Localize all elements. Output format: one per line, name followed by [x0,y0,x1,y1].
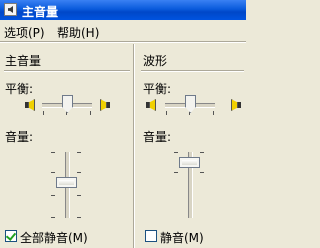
mute-all-label[interactable]: 全部静音(M) [20,229,88,246]
speaker-app-icon[interactable] [4,3,17,16]
balance-tick [90,111,91,115]
right-speaker-icon [229,99,241,111]
volume-tick [200,172,204,173]
menu-options[interactable]: 选项(P) [4,24,45,41]
master-volume-slider[interactable] [56,176,77,188]
menu-bar: 选项(P) 帮助(H) [0,20,246,41]
wave-balance-slider[interactable] [185,95,196,113]
title-bar[interactable]: 主音量 [0,0,246,20]
wave-title-divider [141,70,244,72]
mute-checkbox[interactable] [145,230,157,242]
wave-section-title: 波形 [143,54,168,68]
left-speaker-icon [25,99,37,111]
master-section-title: 主音量 [5,54,42,68]
volume-tick [77,172,81,173]
master-balance-slider[interactable] [62,95,73,113]
balance-tick [43,111,44,115]
volume-tick [174,172,178,173]
master-balance-label: 平衡: [5,82,34,96]
wave-volume-label: 音量: [143,130,172,144]
panel-divider [133,44,135,248]
right-speaker-icon [98,99,110,111]
menu-help[interactable]: 帮助(H) [57,24,99,41]
mute-all-checkbox[interactable] [5,230,17,242]
balance-tick [213,111,214,115]
menu-separator [0,41,246,43]
left-speaker-icon [146,99,158,111]
wave-balance-label: 平衡: [143,82,172,96]
wave-volume-slider[interactable] [179,156,200,168]
mute-label[interactable]: 静音(M) [160,229,204,246]
master-title-divider [4,70,130,72]
master-volume-label: 音量: [5,130,34,144]
volume-tick [51,195,55,196]
window-title: 主音量 [22,5,59,19]
volume-tick [51,152,55,153]
volume-tick [51,172,55,173]
volume-tick [200,152,204,153]
volume-tick [174,152,178,153]
volume-tick [77,152,81,153]
volume-tick [77,195,81,196]
volume-tick [51,217,55,218]
volume-tick [77,217,81,218]
balance-tick [166,111,167,115]
